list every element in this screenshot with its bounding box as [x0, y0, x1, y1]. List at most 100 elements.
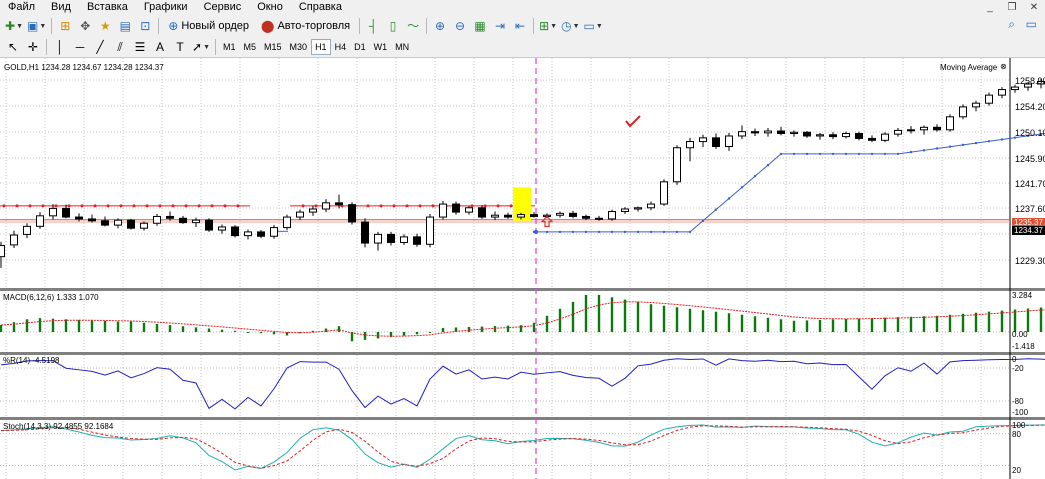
macd-bar: [532, 322, 536, 332]
macd-bar: [441, 327, 445, 332]
horizontal-line-button[interactable]: ─: [71, 38, 89, 56]
indicators-button[interactable]: ⊞ ▼: [538, 17, 558, 35]
navigator-button[interactable]: ✥: [76, 17, 94, 35]
menu-window[interactable]: Окно: [249, 0, 291, 15]
moving-average-dot: [779, 152, 783, 156]
tf-H4[interactable]: H4: [331, 39, 351, 55]
chat-icon[interactable]: ▭: [1026, 17, 1037, 31]
candle-chart-button[interactable]: ▯: [384, 17, 402, 35]
zoom-in-button[interactable]: ⊕: [431, 17, 449, 35]
tf-MN[interactable]: MN: [391, 39, 413, 55]
menu-tools[interactable]: Сервис: [196, 0, 250, 15]
candle: [10, 234, 18, 246]
line-chart-button[interactable]: 〜: [404, 17, 422, 35]
close-indicator-icon[interactable]: ⊗: [1000, 62, 1007, 71]
candle: [855, 133, 863, 139]
chart-window[interactable]: GOLD,H1 1234.28 1234.67 1234.28 1234.37 …: [0, 58, 1045, 479]
macd-bar: [714, 311, 718, 332]
restore-button[interactable]: ❐: [1001, 0, 1023, 15]
templates-button[interactable]: ▭ ▼: [583, 17, 604, 35]
tf-W1[interactable]: W1: [370, 39, 392, 55]
new-chart-button[interactable]: ✚ ▼: [4, 17, 24, 35]
autoscroll-icon: ⇥: [495, 19, 506, 33]
menu-charts[interactable]: Графики: [136, 0, 196, 15]
tf-D1[interactable]: D1: [350, 39, 370, 55]
candle: [348, 204, 356, 223]
macd-bar: [948, 314, 952, 332]
red-level-dot: [314, 204, 318, 208]
chart-shift-button[interactable]: ⇤: [511, 17, 529, 35]
new-order-button[interactable]: ⊕ Новый ордер: [163, 17, 254, 35]
periods-button[interactable]: ◷ ▼: [560, 17, 580, 35]
red-level-dot: [301, 204, 305, 208]
candle: [153, 215, 161, 224]
moving-average-dot: [623, 230, 627, 234]
terminal-button[interactable]: ▤: [116, 17, 134, 35]
candle: [23, 225, 31, 235]
moving-average-dot: [974, 141, 978, 145]
candle: [426, 216, 434, 245]
candle: [192, 219, 200, 224]
candle: [374, 233, 382, 244]
zoom-out-icon: ⊖: [455, 19, 466, 33]
close-button[interactable]: ✕: [1023, 0, 1045, 15]
tf-M1[interactable]: M1: [219, 39, 240, 55]
market-watch-button[interactable]: ⊞: [56, 17, 74, 35]
moving-average-dot: [922, 149, 926, 152]
candle: [335, 202, 343, 206]
moving-average-dot: [987, 140, 991, 143]
candle: [634, 207, 642, 210]
macd-bar: [207, 328, 211, 332]
candle: [465, 207, 473, 213]
macd-bar: [506, 325, 510, 332]
red-level-dot: [119, 204, 123, 208]
candle: [725, 135, 733, 148]
vertical-line-button[interactable]: │: [51, 38, 69, 56]
cursor-button[interactable]: ↖: [4, 38, 22, 56]
chart-canvas[interactable]: [0, 58, 1045, 479]
tf-M5[interactable]: M5: [240, 39, 261, 55]
text-tool-button[interactable]: A: [151, 38, 169, 56]
menu-help[interactable]: Справка: [291, 0, 350, 15]
candle: [946, 116, 954, 131]
red-level-dot: [496, 204, 500, 208]
tf-H1[interactable]: H1: [311, 39, 331, 55]
candle: [803, 131, 811, 137]
menu-file[interactable]: Файл: [0, 0, 43, 15]
macd-label: 3.284: [1012, 291, 1033, 300]
red-level-dot: [158, 204, 162, 208]
text-label-button[interactable]: T: [171, 38, 189, 56]
fibonacci-button[interactable]: ☰: [131, 38, 149, 56]
minimize-button[interactable]: _: [979, 0, 1001, 15]
favorites-button[interactable]: ★: [96, 17, 114, 35]
window-controls: _ ❐ ✕: [979, 0, 1045, 15]
wpr-label: -100: [1012, 408, 1029, 417]
arrows-button[interactable]: ➚ ▼: [191, 38, 211, 56]
profiles-button[interactable]: ▣ ▼: [26, 17, 47, 35]
auto-trading-button[interactable]: ⬤ Авто-торговля: [256, 17, 355, 35]
checkmark-icon: [625, 115, 641, 128]
tile-button[interactable]: ▦: [471, 17, 489, 35]
candle: [49, 207, 57, 217]
tester-button[interactable]: ⊡: [136, 17, 154, 35]
red-level-dot: [405, 204, 409, 208]
tf-M15[interactable]: M15: [260, 39, 286, 55]
search-icon[interactable]: ⌕: [1008, 17, 1015, 32]
menu-insert[interactable]: Вставка: [79, 0, 136, 15]
macd-bar: [64, 319, 68, 332]
candle: [75, 216, 83, 220]
autoscroll-button[interactable]: ⇥: [491, 17, 509, 35]
price-label: 1254.20: [1015, 102, 1045, 112]
terminal-icon: ▤: [119, 19, 131, 33]
bar-chart-button[interactable]: ┤: [364, 17, 382, 35]
moving-average-dot: [649, 230, 653, 234]
menu-view[interactable]: Вид: [43, 0, 79, 15]
trendline-button[interactable]: ╱: [91, 38, 109, 56]
equidistant-button[interactable]: ⫽: [111, 38, 129, 56]
zoom-out-button[interactable]: ⊖: [451, 17, 469, 35]
tf-M30[interactable]: M30: [286, 39, 312, 55]
candle: [231, 226, 239, 237]
crosshair-button[interactable]: ✛: [24, 38, 42, 56]
price-label: 1237.60: [1015, 204, 1045, 214]
macd-bar: [246, 332, 250, 333]
